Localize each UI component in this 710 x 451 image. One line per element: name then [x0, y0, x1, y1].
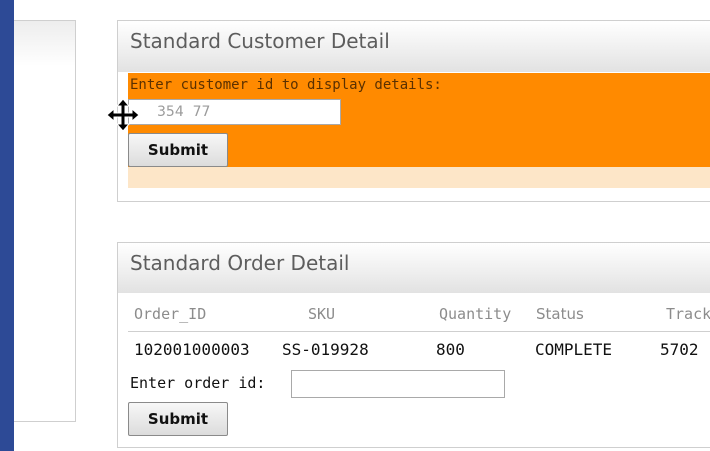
order-detail-title: Standard Order Detail: [118, 243, 710, 293]
column-header-order-id: Order_ID: [134, 305, 207, 323]
order-id-label: Enter order id:: [130, 374, 266, 392]
left-panel: [14, 20, 76, 422]
move-cursor-icon: [106, 98, 140, 132]
column-header-status: Status: [536, 305, 584, 323]
customer-detail-panel: Standard Customer Detail Enter customer …: [117, 20, 710, 202]
table-cell-quantity: 800: [436, 340, 465, 359]
customer-result-area: [128, 167, 710, 188]
table-cell-order-id: 102001000003: [134, 340, 250, 359]
customer-submit-button[interactable]: Submit: [128, 133, 228, 167]
column-header-sku: SKU: [308, 305, 336, 323]
table-cell-sku: SS-019928: [282, 340, 369, 359]
table-cell-status: COMPLETE: [535, 340, 613, 359]
customer-id-input[interactable]: [128, 99, 341, 125]
table-header-divider: [128, 331, 710, 332]
column-header-tracking: Track: [666, 305, 710, 323]
order-id-input[interactable]: [291, 370, 505, 398]
order-submit-button[interactable]: Submit: [128, 402, 228, 436]
customer-id-prompt: Enter customer id to display details:: [130, 77, 442, 93]
customer-detail-title: Standard Customer Detail: [118, 21, 710, 72]
order-detail-panel: Standard Order Detail Order_ID SKU Quant…: [117, 242, 710, 448]
table-cell-tracking: 5702: [660, 340, 699, 359]
left-sidebar-strip: [0, 0, 14, 451]
column-header-quantity: Quantity: [439, 305, 512, 323]
